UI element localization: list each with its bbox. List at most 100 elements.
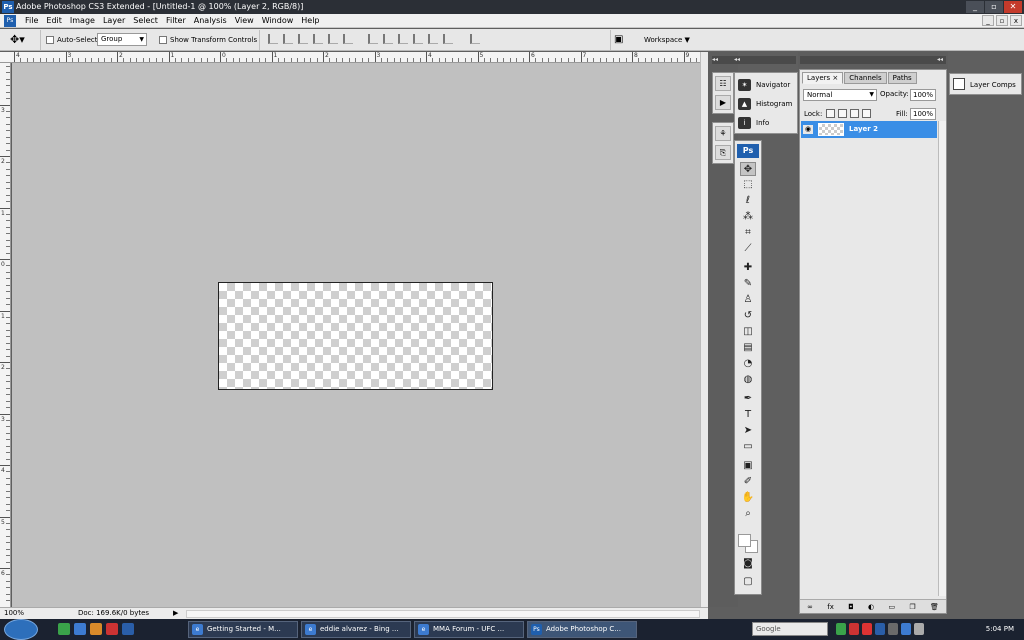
distribute-hcenter-icon[interactable] — [428, 34, 438, 44]
doc-restore-button[interactable]: ▫ — [996, 15, 1008, 26]
navigator-mini-icon[interactable]: ☷ — [715, 76, 731, 91]
menu-edit[interactable]: Edit — [42, 14, 66, 28]
crop-tool-icon[interactable]: ⌗ — [740, 226, 756, 240]
auto-select-checkbox[interactable]: Auto-Select: — [46, 33, 100, 47]
menu-analysis[interactable]: Analysis — [190, 14, 231, 28]
google-search-input[interactable]: Google — [752, 622, 828, 636]
blur-tool-icon[interactable]: ◔ — [740, 357, 756, 371]
close-button[interactable]: ✕ — [1004, 1, 1022, 13]
move-tool-icon[interactable]: ✥ — [740, 162, 756, 176]
histogram-item[interactable]: ▲ Histogram — [738, 95, 796, 113]
path-selection-tool-icon[interactable]: ➤ — [740, 424, 756, 438]
canvas-area[interactable] — [12, 63, 700, 607]
shape-tool-icon[interactable]: ▭ — [740, 440, 756, 454]
brush-tool-icon[interactable]: ✎ — [740, 277, 756, 291]
clone-mini-icon[interactable]: ⎘ — [715, 145, 731, 160]
group-icon[interactable]: ▭ — [888, 603, 895, 611]
lock-image-icon[interactable] — [838, 109, 847, 118]
clone-stamp-tool-icon[interactable]: ♙ — [740, 293, 756, 307]
switcher-icon[interactable]: ▣ — [614, 33, 623, 47]
gradient-tool-icon[interactable]: ▤ — [740, 341, 756, 355]
start-button[interactable] — [4, 619, 38, 640]
outlook-quicklaunch-icon[interactable] — [122, 623, 134, 635]
distribute-right-icon[interactable] — [443, 34, 453, 44]
menu-image[interactable]: Image — [66, 14, 99, 28]
mini-dock-collapse[interactable]: ◂◂ — [712, 56, 734, 64]
ie-quicklaunch-icon[interactable] — [74, 623, 86, 635]
tab-layers[interactable]: Layers × — [802, 72, 844, 84]
document-icon[interactable]: Ps — [4, 15, 16, 27]
media-quicklaunch-icon[interactable] — [106, 623, 118, 635]
horizontal-ruler[interactable]: 4 3 2 1 0 1 2 3 4 5 6 7 8 9 — [0, 52, 708, 63]
firefox-quicklaunch-icon[interactable] — [90, 623, 102, 635]
status-menu-arrow-icon[interactable]: ▶ — [173, 609, 178, 617]
navigator-item[interactable]: ✶ Navigator — [738, 76, 796, 94]
menu-layer[interactable]: Layer — [99, 14, 129, 28]
doc-minimize-button[interactable]: _ — [982, 15, 994, 26]
lock-position-icon[interactable] — [850, 109, 859, 118]
task-ie-bing[interactable]: e eddie alvarez - Bing ... — [301, 621, 411, 638]
slice-tool-icon[interactable]: ⟋ — [740, 242, 756, 256]
photoshop-logo[interactable]: Ps — [737, 144, 759, 158]
menu-file[interactable]: File — [21, 14, 42, 28]
opacity-input[interactable]: 100% — [910, 89, 936, 101]
mask-icon[interactable]: ◘ — [848, 603, 854, 611]
visibility-eye-icon[interactable]: ◉ — [803, 125, 813, 134]
document-canvas-transparent[interactable] — [218, 282, 493, 390]
align-vcenter-icon[interactable] — [283, 34, 293, 44]
link-icon[interactable]: ∞ — [807, 603, 813, 611]
magic-wand-tool-icon[interactable]: ⁂ — [740, 210, 756, 224]
info-item[interactable]: i Info — [738, 114, 796, 132]
layer-comps-button[interactable]: Layer Comps — [949, 73, 1022, 95]
layers-dock-collapse[interactable]: ◂◂ — [800, 56, 946, 64]
foreground-color-swatch[interactable] — [738, 534, 751, 547]
menu-select[interactable]: Select — [129, 14, 162, 28]
tray-icon[interactable] — [836, 623, 846, 635]
minimize-button[interactable]: _ — [966, 1, 984, 13]
show-desktop-icon[interactable] — [58, 623, 70, 635]
distribute-top-icon[interactable] — [368, 34, 378, 44]
menu-window[interactable]: Window — [258, 14, 298, 28]
healing-brush-tool-icon[interactable]: ✚ — [740, 261, 756, 275]
align-top-icon[interactable] — [268, 34, 278, 44]
tray-icon[interactable] — [862, 623, 872, 635]
eraser-tool-icon[interactable]: ◫ — [740, 325, 756, 339]
navigator-dock-collapse[interactable]: ◂◂ — [734, 56, 796, 64]
task-photoshop[interactable]: Ps Adobe Photoshop C... — [527, 621, 637, 638]
vertical-ruler[interactable]: 43210123456 — [0, 63, 11, 607]
dodge-tool-icon[interactable]: ◍ — [740, 373, 756, 387]
distribute-left-icon[interactable] — [413, 34, 423, 44]
adjustment-icon[interactable]: ◐ — [868, 603, 874, 611]
pen-tool-icon[interactable]: ✒ — [740, 392, 756, 406]
task-ie-getting-started[interactable]: e Getting Started - M... — [188, 621, 298, 638]
align-left-icon[interactable] — [313, 34, 323, 44]
lock-all-icon[interactable] — [862, 109, 871, 118]
volume-icon[interactable] — [914, 623, 924, 635]
transform-controls-checkbox[interactable]: Show Transform Controls — [159, 33, 257, 47]
notes-tool-icon[interactable]: ▣ — [740, 459, 756, 473]
align-hcenter-icon[interactable] — [328, 34, 338, 44]
menu-view[interactable]: View — [231, 14, 258, 28]
fill-input[interactable]: 100% — [910, 108, 936, 120]
task-ie-mma[interactable]: e MMA Forum - UFC ... — [414, 621, 524, 638]
marquee-tool-icon[interactable]: ⬚ — [740, 178, 756, 192]
brushes-mini-icon[interactable]: ⚘ — [715, 126, 731, 141]
new-layer-icon[interactable]: ❐ — [909, 603, 915, 611]
blend-mode-dropdown[interactable]: Normal ▼ — [803, 89, 877, 101]
fx-icon[interactable]: fx — [827, 603, 834, 611]
tray-icon[interactable] — [875, 623, 885, 635]
distribute-vcenter-icon[interactable] — [383, 34, 393, 44]
clock[interactable]: 5:04 PM — [986, 619, 1014, 640]
screen-mode-icon[interactable]: ▢ — [740, 575, 756, 589]
hand-tool-icon[interactable]: ✋ — [740, 491, 756, 505]
restore-button[interactable]: ▫ — [985, 1, 1003, 13]
move-tool-preset-icon[interactable]: ✥▾ — [10, 33, 25, 47]
eyedropper-tool-icon[interactable]: ✐ — [740, 475, 756, 489]
zoom-tool-icon[interactable]: ⌕ — [740, 507, 756, 521]
vertical-scrollbar[interactable] — [700, 52, 708, 607]
trash-icon[interactable]: 🗑 — [930, 603, 939, 611]
actions-mini-icon[interactable]: ▶ — [715, 95, 731, 110]
zoom-level[interactable]: 100% — [4, 609, 24, 617]
align-right-icon[interactable] — [343, 34, 353, 44]
tab-channels[interactable]: Channels — [844, 72, 887, 84]
